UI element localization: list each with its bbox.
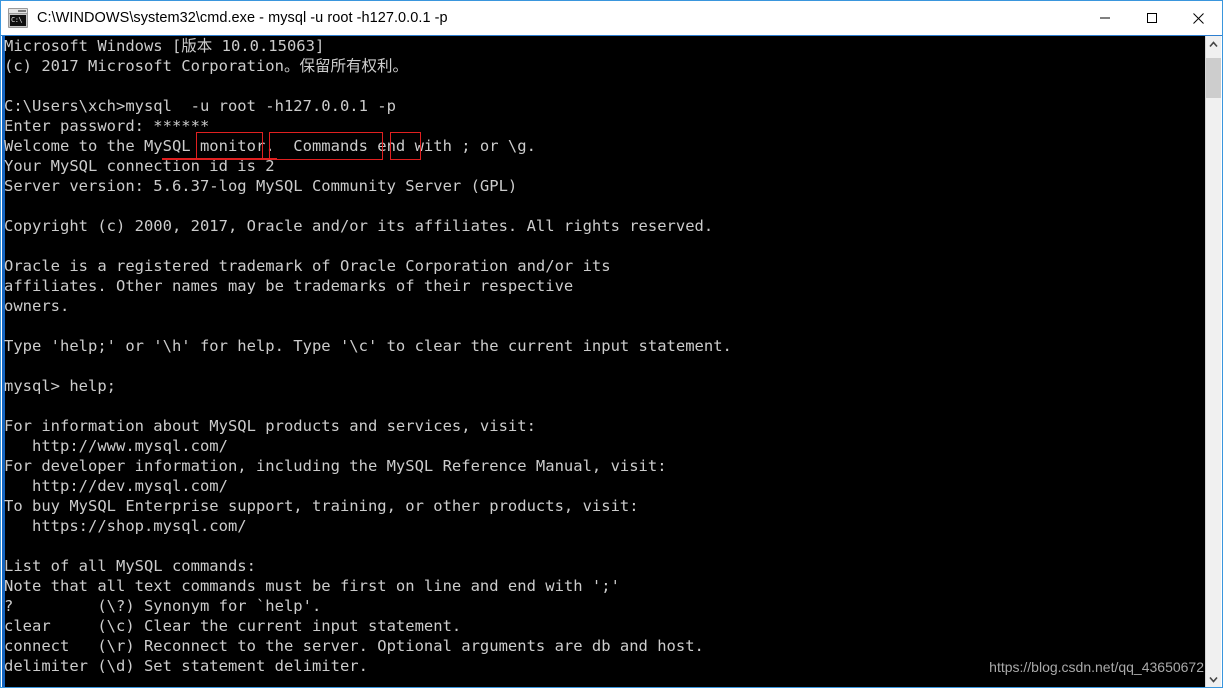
title-bar[interactable]: C:\ C:\WINDOWS\system32\cmd.exe - mysql … bbox=[1, 1, 1222, 35]
terminal-line: For information about MySQL products and… bbox=[4, 417, 536, 435]
terminal-line: affiliates. Other names may be trademark… bbox=[4, 277, 574, 295]
scroll-thumb[interactable] bbox=[1206, 58, 1221, 98]
close-button[interactable] bbox=[1175, 1, 1222, 35]
terminal-line: mysql> help; bbox=[4, 377, 116, 395]
terminal-line: owners. bbox=[4, 297, 70, 315]
terminal-text: Microsoft Windows [版本 10.0.15063] (c) 201… bbox=[4, 36, 1204, 676]
maximize-icon bbox=[1146, 13, 1157, 23]
chevron-down-icon bbox=[1209, 676, 1218, 683]
cmd-icon-titlebar bbox=[9, 9, 27, 14]
window-title: C:\WINDOWS\system32\cmd.exe - mysql -u r… bbox=[37, 10, 448, 26]
terminal-line: ? (\?) Synonym for `help'. bbox=[4, 597, 322, 615]
terminal-line: clear (\c) Clear the current input state… bbox=[4, 617, 462, 635]
scroll-down-button[interactable] bbox=[1206, 671, 1221, 687]
terminal-line: Server version: 5.6.37-log MySQL Communi… bbox=[4, 177, 518, 195]
terminal-line: (c) 2017 Microsoft Corporation。保留所有权利。 bbox=[4, 57, 408, 75]
terminal-line: To buy MySQL Enterprise support, trainin… bbox=[4, 497, 639, 515]
terminal-line: Enter password: ****** bbox=[4, 117, 210, 135]
scroll-up-button[interactable] bbox=[1206, 36, 1221, 53]
cmd-window: C:\ C:\WINDOWS\system32\cmd.exe - mysql … bbox=[0, 0, 1223, 688]
cmd-icon-screen: C:\ bbox=[10, 15, 26, 26]
watermark: https://blog.csdn.net/qq_43650672 bbox=[989, 659, 1204, 675]
terminal-line: http://dev.mysql.com/ bbox=[4, 477, 228, 495]
terminal-line: https://shop.mysql.com/ bbox=[4, 517, 247, 535]
terminal-line: C:\Users\xch>mysql -u root -h127.0.0.1 -… bbox=[4, 97, 396, 115]
terminal-line: Type 'help;' or '\h' for help. Type '\c'… bbox=[4, 337, 732, 355]
terminal-line: Note that all text commands must be firs… bbox=[4, 577, 620, 595]
terminal-line: Welcome to the MySQL monitor. Commands e… bbox=[4, 137, 536, 155]
minimize-icon bbox=[1099, 17, 1110, 19]
terminal-output[interactable]: Microsoft Windows [版本 10.0.15063] (c) 201… bbox=[2, 36, 1206, 687]
chevron-up-icon bbox=[1209, 41, 1218, 48]
terminal-line: http://www.mysql.com/ bbox=[4, 437, 228, 455]
minimize-button[interactable] bbox=[1081, 1, 1128, 35]
terminal-line: Microsoft Windows [版本 10.0.15063] bbox=[4, 37, 325, 55]
annotation-connector bbox=[162, 158, 277, 160]
terminal-line: List of all MySQL commands: bbox=[4, 557, 256, 575]
terminal-line: Oracle is a registered trademark of Orac… bbox=[4, 257, 611, 275]
vertical-scrollbar[interactable] bbox=[1205, 36, 1221, 687]
maximize-button[interactable] bbox=[1128, 1, 1175, 35]
terminal-line: Copyright (c) 2000, 2017, Oracle and/or … bbox=[4, 217, 714, 235]
terminal-line: For developer information, including the… bbox=[4, 457, 667, 475]
window-controls bbox=[1081, 1, 1222, 35]
terminal-line: connect (\r) Reconnect to the server. Op… bbox=[4, 637, 704, 655]
cmd-exe-icon: C:\ bbox=[8, 8, 28, 28]
close-icon bbox=[1193, 12, 1204, 24]
